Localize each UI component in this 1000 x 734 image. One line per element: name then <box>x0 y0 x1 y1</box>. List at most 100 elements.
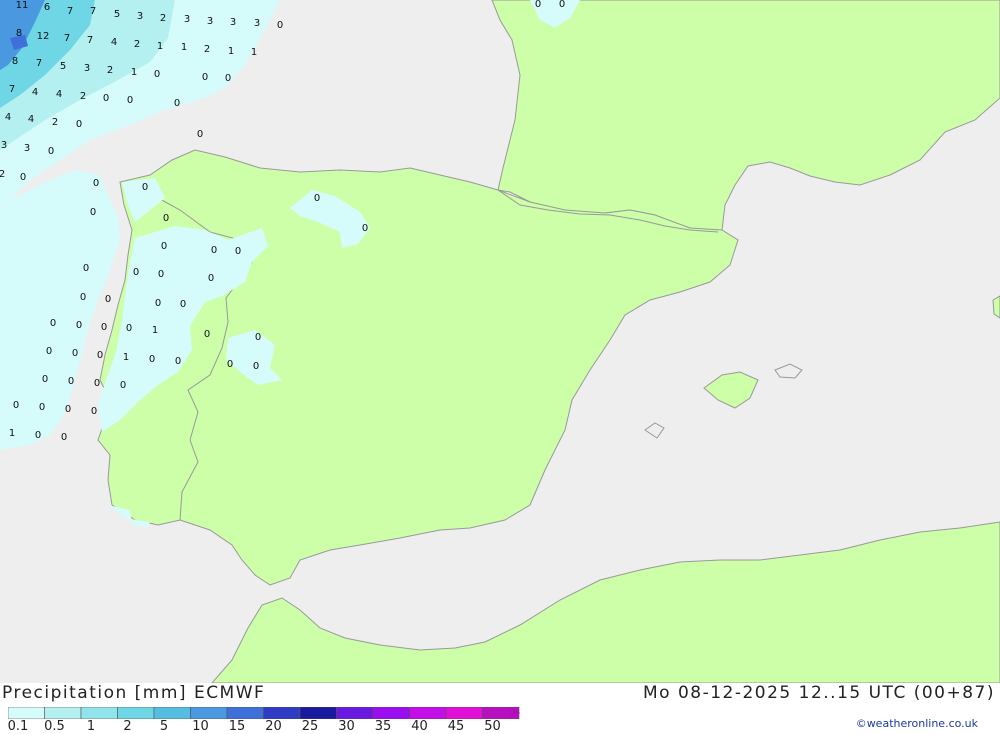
value-label: 1 <box>152 325 158 336</box>
value-label: 0 <box>127 95 133 106</box>
value-label: 0 <box>314 193 320 204</box>
legend-label: 15 <box>228 719 246 734</box>
value-label: 7 <box>67 6 73 17</box>
value-label: 0 <box>68 376 74 387</box>
map-title: Precipitation [mm] ECMWF <box>2 683 266 703</box>
legend-swatch <box>372 707 410 719</box>
value-label: 0 <box>93 178 99 189</box>
value-label: 0 <box>126 323 132 334</box>
legend-swatch <box>263 707 301 719</box>
value-label: 1 <box>9 428 15 439</box>
value-label: 0 <box>61 432 67 443</box>
value-label: 2 <box>80 91 86 102</box>
value-label: 0 <box>13 400 19 411</box>
value-label: 7 <box>90 6 96 17</box>
value-label: 0 <box>91 406 97 417</box>
value-label: 0 <box>97 350 103 361</box>
legend-swatch <box>44 707 82 719</box>
legend-label: 50 <box>484 719 501 734</box>
value-label: 4 <box>28 114 34 125</box>
value-label: 0 <box>227 359 233 370</box>
value-label: 0 <box>180 299 186 310</box>
legend-label: 0.1 <box>7 719 29 734</box>
value-label: 7 <box>9 84 15 95</box>
legend-label: 20 <box>265 719 282 734</box>
value-label: 4 <box>56 89 62 100</box>
value-label: 2 <box>52 117 58 128</box>
value-label: 1 <box>228 46 234 57</box>
value-label: 0 <box>35 430 41 441</box>
value-label: 4 <box>111 37 117 48</box>
value-label: 1 <box>131 67 137 78</box>
value-label: 0 <box>559 0 565 10</box>
value-label: 2 <box>107 65 113 76</box>
value-label: 0 <box>362 223 368 234</box>
value-label: 1 <box>251 47 257 58</box>
value-label: 0 <box>149 354 155 365</box>
value-label: 0 <box>142 182 148 193</box>
value-label: 0 <box>204 329 210 340</box>
legend-swatch <box>153 707 191 719</box>
legend-label: 40 <box>411 719 428 734</box>
value-label: 0 <box>103 93 109 104</box>
value-label: 0 <box>133 267 139 278</box>
value-label: 1 <box>181 42 187 53</box>
legend-swatch <box>409 707 447 719</box>
legend-label: 10 <box>192 719 209 734</box>
value-label: 3 <box>230 17 236 28</box>
value-label: 3 <box>254 18 260 29</box>
value-label: 2 <box>160 13 166 24</box>
legend-swatch <box>336 707 374 719</box>
value-label: 0 <box>90 207 96 218</box>
value-label: 0 <box>202 72 208 83</box>
value-label: 0 <box>101 322 107 333</box>
value-label: 0 <box>154 69 160 80</box>
value-label: 3 <box>137 11 143 22</box>
value-label: 0 <box>65 404 71 415</box>
value-label: 0 <box>42 374 48 385</box>
credit-link[interactable]: ©weatheronline.co.uk <box>856 717 978 730</box>
value-label: 0 <box>535 0 541 10</box>
value-label: 11 <box>16 0 29 11</box>
value-label: 2 <box>134 39 140 50</box>
legend-label: 25 <box>301 719 319 734</box>
value-label: 8 <box>12 56 18 67</box>
map-valid-time: Mo 08-12-2025 12..15 UTC (00+87) <box>642 683 995 703</box>
value-label: 1 <box>157 41 163 52</box>
value-label: 0 <box>277 20 283 31</box>
value-label: 0 <box>174 98 180 109</box>
value-label: 0 <box>46 346 52 357</box>
value-label: 7 <box>64 33 70 44</box>
value-label: 0 <box>20 172 26 183</box>
value-label: 0 <box>235 246 241 257</box>
map-footer: Precipitation [mm] ECMWF Mo 08-12-2025 1… <box>0 683 1000 734</box>
precipitation-map: 11 6 7 7 5 3 2 3 3 3 3 0 0 0 8 12 7 7 4 … <box>0 0 1000 683</box>
value-label: 0 <box>105 294 111 305</box>
legend-swatch <box>8 707 45 719</box>
legend-label: 30 <box>338 719 355 734</box>
value-label: 0 <box>225 73 231 84</box>
value-label: 0 <box>76 119 82 130</box>
value-label: 3 <box>1 140 7 151</box>
value-label: 0 <box>253 361 259 372</box>
value-label: 8 <box>16 28 22 39</box>
value-label: 0 <box>155 298 161 309</box>
value-label: 12 <box>37 31 50 42</box>
value-label: 0 <box>211 245 217 256</box>
value-label: 4 <box>32 87 38 98</box>
value-label: 1 <box>123 352 129 363</box>
value-label: 0 <box>83 263 89 274</box>
value-label: 0 <box>80 292 86 303</box>
legend-label: 45 <box>447 719 465 734</box>
legend-swatch <box>299 707 337 719</box>
legend-swatch <box>117 707 155 719</box>
legend-label: 2 <box>123 719 132 734</box>
value-label: 2 <box>204 44 210 55</box>
value-label: 0 <box>255 332 261 343</box>
value-label: 0 <box>72 348 78 359</box>
value-label: 0 <box>120 380 126 391</box>
value-label: 0 <box>50 318 56 329</box>
value-label: 3 <box>184 14 190 25</box>
legend-label: 0.5 <box>44 719 65 734</box>
value-label: 0 <box>76 320 82 331</box>
